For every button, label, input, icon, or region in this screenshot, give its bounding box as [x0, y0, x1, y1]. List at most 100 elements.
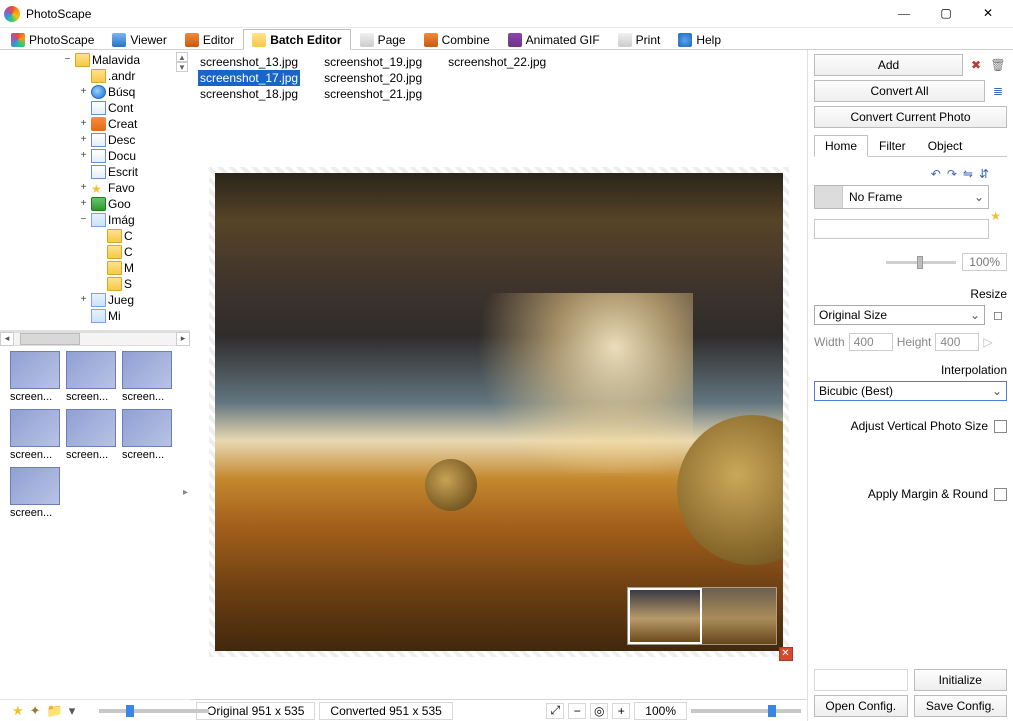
minimize-button[interactable]: —: [883, 0, 925, 28]
tab-photoscape[interactable]: PhotoScape: [2, 29, 103, 50]
tree-scroll[interactable]: ▲▼: [176, 52, 188, 72]
open-config-button[interactable]: Open Config.: [814, 695, 908, 717]
tab-viewer[interactable]: Viewer: [103, 29, 175, 50]
tab-animated-gif[interactable]: Animated GIF: [499, 29, 609, 50]
scroll-right-icon[interactable]: ▸: [176, 332, 190, 346]
redo-icon[interactable]: ↷: [947, 167, 957, 181]
tab-editor[interactable]: Editor: [176, 29, 243, 50]
frame-opacity-slider[interactable]: [886, 261, 956, 264]
frame-select[interactable]: No Frame ⌄: [814, 185, 989, 209]
resize-mode-select[interactable]: Original Size ⌄: [814, 305, 985, 325]
thumb-size-slider[interactable]: [99, 709, 209, 713]
status-original: Original 951 x 535: [196, 702, 315, 720]
height-input[interactable]: 400: [935, 333, 979, 351]
chevron-down-icon[interactable]: ⌄: [992, 384, 1002, 398]
file-item[interactable]: screenshot_13.jpg: [198, 54, 300, 70]
before-after-preview[interactable]: [627, 587, 777, 645]
run-resize-icon[interactable]: ▷: [983, 335, 992, 349]
tree-item[interactable]: C: [2, 244, 190, 260]
resize-lock-icon[interactable]: ◻: [989, 306, 1007, 324]
fit-icon[interactable]: ⤢: [546, 703, 564, 719]
chevron-down-icon[interactable]: ⌄: [970, 190, 988, 204]
save-config-button[interactable]: Save Config.: [914, 695, 1008, 717]
thumbnail[interactable]: screen...: [66, 409, 116, 461]
status-converted: Converted 951 x 535: [319, 702, 452, 720]
folder-tree[interactable]: ▲▼ −Malavida.andr+BúsqCont+Creat+Desc+Do…: [0, 50, 190, 331]
tab-batch-editor[interactable]: Batch Editor: [243, 29, 350, 50]
thumbnail[interactable]: screen...: [122, 409, 172, 461]
tree-item[interactable]: +Goo: [2, 196, 190, 212]
dropdown-icon[interactable]: ▾: [69, 703, 76, 719]
tree-item[interactable]: +★Favo: [2, 180, 190, 196]
remove-icon[interactable]: ✖: [967, 56, 985, 74]
resize-label: Resize: [814, 287, 1007, 301]
thumbnail[interactable]: screen...: [10, 467, 60, 519]
zoom-out-icon[interactable]: −: [568, 703, 586, 719]
right-tab-home[interactable]: Home: [814, 135, 868, 157]
scroll-left-icon[interactable]: ◂: [0, 332, 14, 346]
list-icon[interactable]: ≣: [989, 82, 1007, 100]
apply-margin-checkbox[interactable]: [994, 488, 1007, 501]
favorite-frame-icon[interactable]: ★: [990, 209, 1001, 223]
thumbnail[interactable]: screen...: [10, 351, 60, 403]
tree-item[interactable]: .andr: [2, 68, 190, 84]
tree-item[interactable]: +Búsq: [2, 84, 190, 100]
tree-item[interactable]: M: [2, 260, 190, 276]
tree-item[interactable]: +Creat: [2, 116, 190, 132]
star-icon[interactable]: ★: [12, 703, 24, 719]
tree-root[interactable]: −Malavida: [2, 52, 190, 68]
tree-item[interactable]: Cont: [2, 100, 190, 116]
tab-page[interactable]: Page: [351, 29, 415, 50]
file-item[interactable]: screenshot_22.jpg: [446, 54, 548, 70]
preview-image[interactable]: [215, 173, 783, 651]
wand-icon[interactable]: ✦: [30, 703, 41, 719]
convert-current-button[interactable]: Convert Current Photo: [814, 106, 1007, 128]
zoom-in-icon[interactable]: +: [612, 703, 630, 719]
tree-item[interactable]: C: [2, 228, 190, 244]
file-item[interactable]: screenshot_17.jpg: [198, 70, 300, 86]
tree-item[interactable]: +Desc: [2, 132, 190, 148]
flip-v-icon[interactable]: ⇵: [979, 167, 989, 181]
convert-all-button[interactable]: Convert All: [814, 80, 985, 102]
right-tab-object[interactable]: Object: [917, 135, 974, 157]
thumbnail[interactable]: screen...: [10, 409, 60, 461]
folder-icon[interactable]: 📁: [47, 703, 63, 719]
file-item[interactable]: screenshot_18.jpg: [198, 86, 300, 102]
file-item[interactable]: screenshot_20.jpg: [322, 70, 424, 86]
thumbnail-grid[interactable]: screen...screen...screen...screen...scre…: [0, 345, 190, 699]
thumbnail[interactable]: screen...: [66, 351, 116, 403]
title-bar: PhotoScape — ▢ ✕: [0, 0, 1013, 28]
file-item[interactable]: screenshot_21.jpg: [322, 86, 424, 102]
tree-item[interactable]: S: [2, 276, 190, 292]
config-name-input[interactable]: [814, 669, 908, 691]
tab-help[interactable]: Help: [669, 29, 730, 50]
chevron-down-icon[interactable]: ⌄: [970, 308, 980, 322]
undo-icon[interactable]: ↶: [931, 167, 941, 181]
tree-hscroll[interactable]: ◂ ▸: [0, 331, 190, 345]
file-list[interactable]: screenshot_13.jpgscreenshot_17.jpgscreen…: [190, 50, 807, 118]
thumbs-more-icon[interactable]: ▸: [183, 487, 188, 498]
add-button[interactable]: Add: [814, 54, 963, 76]
interpolation-select[interactable]: Bicubic (Best) ⌄: [814, 381, 1007, 401]
tree-item[interactable]: +Jueg: [2, 292, 190, 308]
tree-item[interactable]: −Imág: [2, 212, 190, 228]
tab-print[interactable]: Print: [609, 29, 670, 50]
zoom-slider[interactable]: [691, 709, 801, 713]
tree-item[interactable]: Escrit: [2, 164, 190, 180]
trash-icon[interactable]: 🗑: [989, 56, 1007, 74]
thumbnail[interactable]: screen...: [122, 351, 172, 403]
remove-image-icon[interactable]: ✕: [779, 647, 793, 661]
maximize-button[interactable]: ▢: [925, 0, 967, 28]
tree-item[interactable]: Mi: [2, 308, 190, 324]
right-tab-filter[interactable]: Filter: [868, 135, 917, 157]
tree-item[interactable]: +Docu: [2, 148, 190, 164]
flip-h-icon[interactable]: ⇋: [963, 167, 973, 181]
initialize-button[interactable]: Initialize: [914, 669, 1008, 691]
frame-options-input[interactable]: [814, 219, 989, 239]
adjust-vertical-checkbox[interactable]: [994, 420, 1007, 433]
close-button[interactable]: ✕: [967, 0, 1009, 28]
tab-combine[interactable]: Combine: [415, 29, 499, 50]
zoom-actual-icon[interactable]: ◎: [590, 703, 608, 719]
file-item[interactable]: screenshot_19.jpg: [322, 54, 424, 70]
width-input[interactable]: 400: [849, 333, 893, 351]
